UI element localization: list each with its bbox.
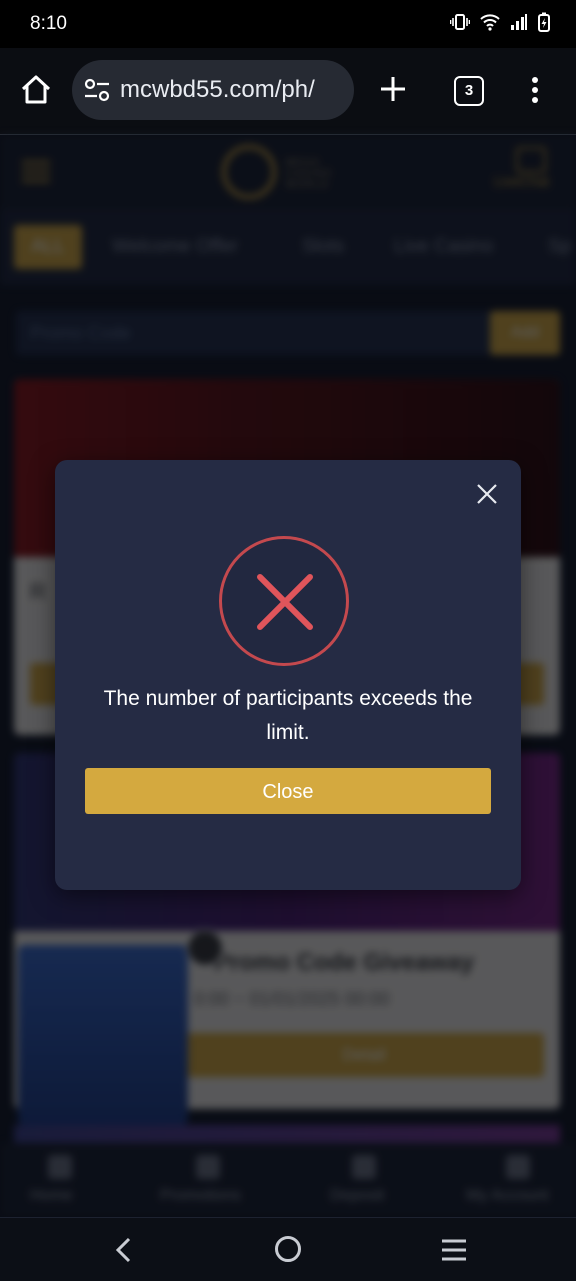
battery-charging-icon xyxy=(538,12,550,32)
new-tab-icon[interactable] xyxy=(378,74,408,104)
home-icon[interactable] xyxy=(18,72,54,108)
home-circle-icon[interactable] xyxy=(275,1236,301,1262)
status-icons xyxy=(450,12,550,32)
signal-icon xyxy=(511,14,527,30)
vibrate-icon xyxy=(450,14,470,30)
error-dialog: The number of participants exceeds the l… xyxy=(55,460,521,890)
error-x-icon xyxy=(257,574,313,630)
close-button[interactable]: Close xyxy=(85,768,491,814)
system-nav-bar xyxy=(0,1217,576,1281)
back-icon[interactable] xyxy=(112,1236,134,1264)
tab-switcher-button[interactable]: 3 xyxy=(454,76,484,106)
wifi-icon xyxy=(480,14,500,31)
url-text: mcwbd55.com/ph/ xyxy=(120,76,315,103)
status-bar: 8:10 xyxy=(0,0,576,48)
close-icon[interactable] xyxy=(473,480,501,508)
address-bar[interactable]: mcwbd55.com/ph/ xyxy=(72,60,354,120)
more-menu-icon[interactable] xyxy=(530,76,540,104)
error-badge xyxy=(219,536,349,666)
site-settings-icon[interactable] xyxy=(84,78,110,102)
recents-icon[interactable] xyxy=(440,1238,468,1262)
status-time: 8:10 xyxy=(30,13,67,34)
browser-toolbar: mcwbd55.com/ph/ 3 xyxy=(0,48,576,135)
error-message: The number of participants exceeds the l… xyxy=(103,687,473,744)
